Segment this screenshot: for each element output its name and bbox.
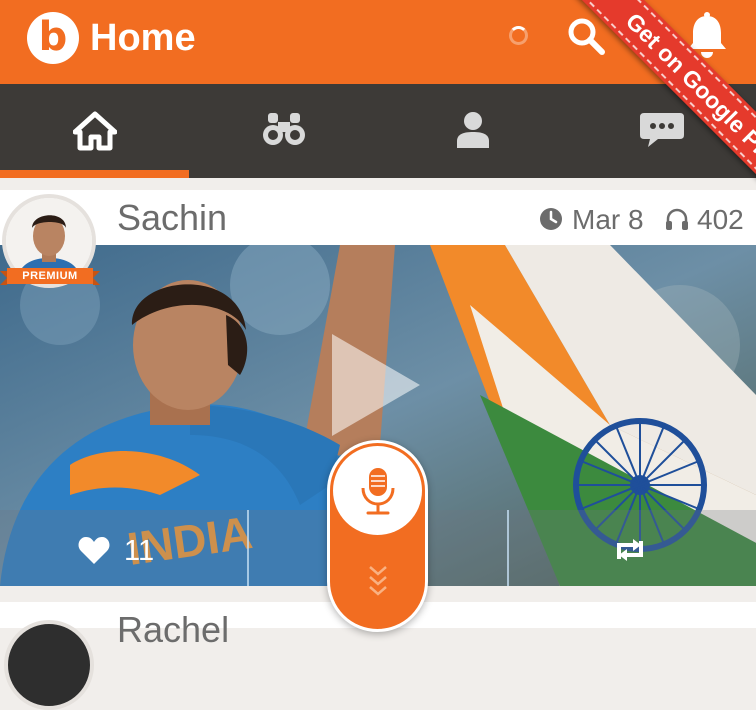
headphones-icon [666, 208, 688, 230]
divider [247, 510, 249, 586]
divider [507, 510, 509, 586]
author-avatar[interactable]: PREMIUM [0, 194, 100, 288]
tab-selected-indicator [0, 170, 189, 178]
post-author[interactable]: Rachel [117, 608, 229, 652]
app-logo[interactable]: b [27, 12, 79, 64]
heart-icon[interactable] [78, 536, 110, 564]
author-avatar[interactable] [4, 620, 94, 710]
person-icon [456, 112, 489, 148]
record-button[interactable] [327, 440, 428, 632]
play-icon[interactable] [328, 330, 424, 440]
record-mic-circle [333, 446, 422, 535]
like-count: 11 [124, 535, 155, 567]
listen-count: 402 [697, 204, 744, 235]
tab-bar [0, 84, 756, 178]
repost-icon[interactable] [613, 535, 647, 565]
tab-home[interactable] [0, 84, 189, 178]
page-title: Home [90, 17, 196, 59]
clock-icon [540, 208, 562, 230]
post-author[interactable]: Sachin [117, 196, 227, 240]
premium-badge: PREMIUM [0, 268, 100, 285]
chevron-down-icon [369, 566, 387, 596]
search-icon[interactable] [566, 16, 606, 56]
tab-explore[interactable] [189, 84, 378, 178]
logo-letter: b [38, 14, 68, 60]
post-date: Mar 8 [572, 204, 644, 235]
home-icon [72, 111, 117, 151]
microphone-icon [361, 468, 395, 515]
chat-icon [639, 113, 684, 147]
loading-spinner-icon [509, 26, 528, 45]
binoculars-icon [262, 113, 305, 145]
tab-profile[interactable] [378, 84, 567, 178]
